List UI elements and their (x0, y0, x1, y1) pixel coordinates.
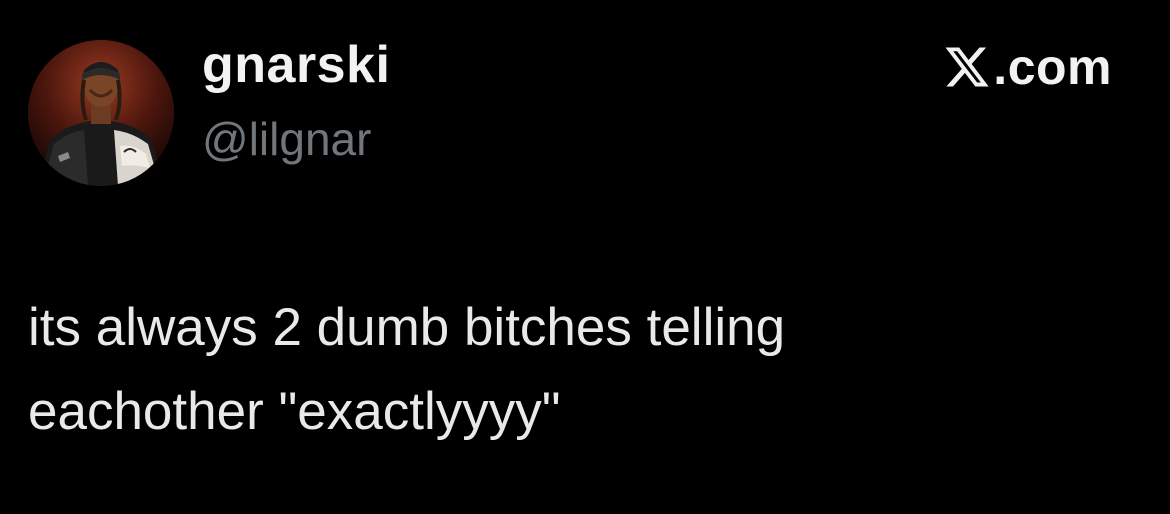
avatar[interactable] (28, 40, 174, 186)
brand-label: .com (943, 36, 1112, 98)
tweet-card: gnarski @lilgnar .com its always 2 dumb … (0, 0, 1170, 514)
brand-domain: .com (993, 39, 1112, 95)
display-name[interactable]: gnarski (202, 34, 390, 96)
tweet-text: its always 2 dumb bitches telling eachot… (28, 298, 786, 441)
x-logo-icon (945, 47, 989, 87)
user-handle[interactable]: @lilgnar (202, 112, 371, 167)
avatar-photo (28, 40, 174, 186)
